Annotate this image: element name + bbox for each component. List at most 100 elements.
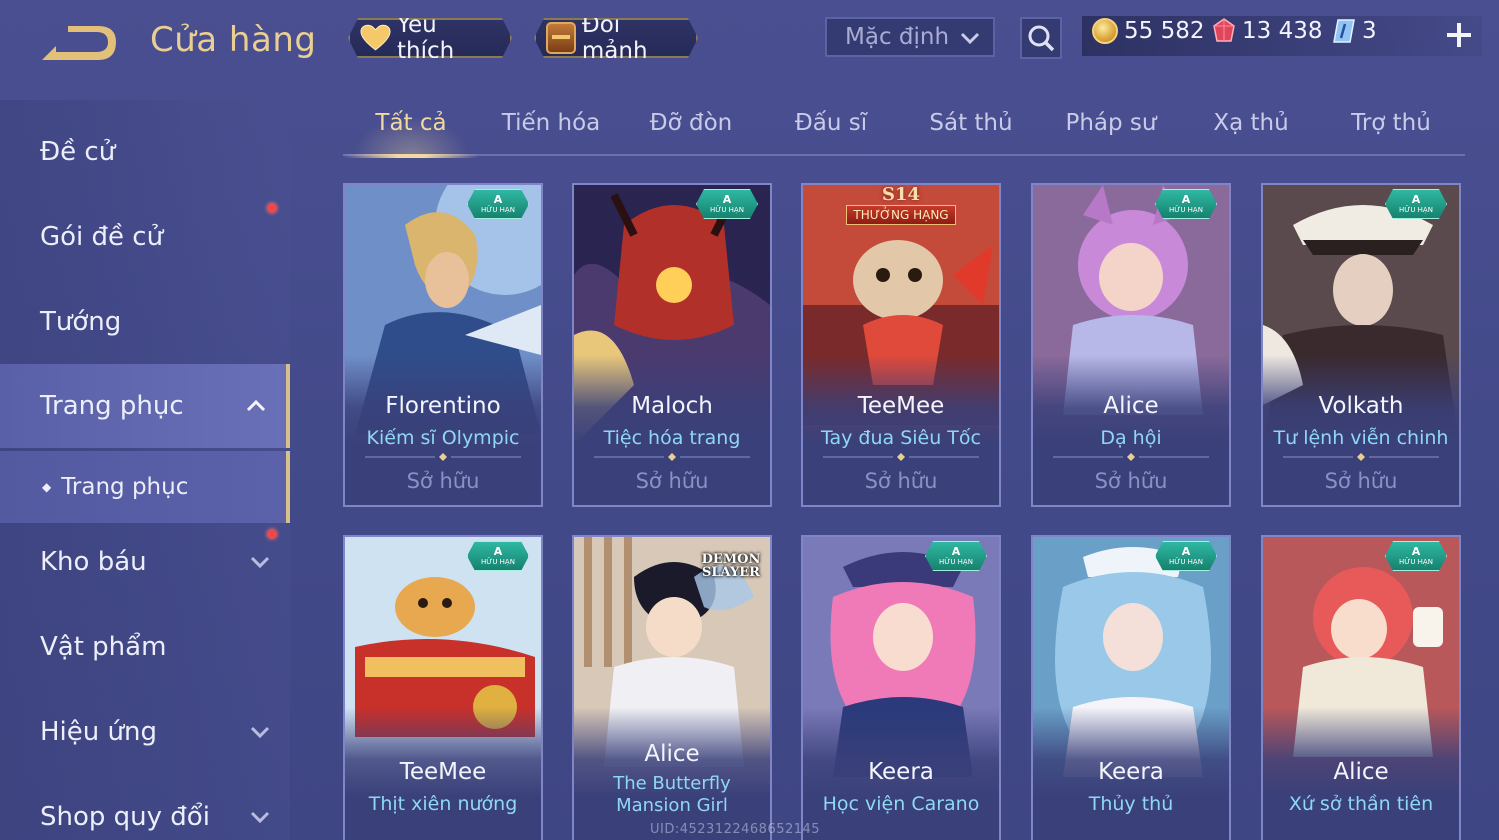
skin-card[interactable]: A HỮU HẠN Keera Thủy thủ	[1031, 535, 1231, 840]
notification-dot	[267, 203, 277, 213]
hero-name: Alice	[1333, 759, 1389, 785]
hero-name: Florentino	[385, 393, 501, 419]
sidebar: Đề cử Gói đề cử Tướng Trang phục ◆ Trang…	[0, 100, 290, 840]
badge-tier: A	[1411, 545, 1421, 558]
skin-name: Tay đua Siêu Tốc	[821, 427, 981, 449]
voucher-amount: 3	[1362, 18, 1377, 44]
tab-label: Sát thủ	[929, 110, 1013, 136]
gold-coin-icon	[1092, 18, 1118, 44]
skin-card[interactable]: A HỮU HẠN Alice Xứ sở thần tiên	[1261, 535, 1461, 840]
sidebar-item-label: Hiệu ứng	[40, 717, 157, 747]
badge-limited: HỮU HẠN	[1399, 206, 1433, 214]
heart-icon	[360, 23, 391, 53]
skin-card[interactable]: A HỮU HẠN Maloch Tiệc hóa trang Sở hữu	[572, 183, 772, 507]
badge-limited: HỮU HẠN	[481, 206, 515, 214]
sidebar-subitem-label: Trang phục	[61, 474, 189, 500]
skin-card[interactable]: DEMON SLAYER Alice The Butterfly Mansion…	[572, 535, 772, 840]
skin-name: Tư lệnh viễn chinh	[1273, 427, 1449, 449]
badge-limited: HỮU HẠN	[1169, 206, 1203, 214]
chevron-down-icon	[960, 32, 980, 45]
badge-limited: HỮU HẠN	[1399, 558, 1433, 566]
skin-name: Xứ sở thần tiên	[1288, 793, 1434, 815]
sidebar-item-items[interactable]: Vật phẩm	[0, 605, 290, 689]
tab-tank[interactable]: Đỡ đòn	[623, 110, 759, 156]
rank-reward-badge: S14 THƯỞNG HẠNG	[846, 184, 956, 227]
tab-assassin[interactable]: Sát thủ	[903, 110, 1039, 156]
sort-dropdown[interactable]: Mặc định	[825, 17, 995, 57]
badge-tier: A	[951, 545, 961, 558]
skin-card[interactable]: A HỮU HẠN Keera Học viện Carano	[801, 535, 1001, 840]
skin-card[interactable]: A HỮU HẠN Volkath Tư lệnh viễn chinh Sở h…	[1261, 183, 1461, 507]
limited-badge: A HỮU HẠN	[1155, 189, 1217, 219]
chevron-down-icon	[250, 556, 270, 569]
plus-icon[interactable]	[1444, 20, 1474, 50]
exchange-fragments-button[interactable]: Đổi mảnh	[534, 18, 698, 58]
tab-label: Tất cả	[375, 110, 447, 136]
divider	[1053, 453, 1209, 461]
sidebar-item-treasure[interactable]: Kho báu	[0, 520, 290, 604]
sidebar-subitem-skins[interactable]: ◆ Trang phục	[0, 451, 290, 523]
exchange-label: Đổi mảnh	[581, 12, 648, 64]
badge-tier: A	[493, 545, 503, 558]
limited-badge: A HỮU HẠN	[1155, 541, 1217, 571]
badge-limited: HỮU HẠN	[1169, 558, 1203, 566]
favorites-button[interactable]: Yêu thích	[348, 18, 512, 58]
skin-card[interactable]: A HỮU HẠN Alice Dạ hội Sở hữu	[1031, 183, 1231, 507]
top-bar: Cửa hàng Yêu thích Đổi mảnh Mặc định 55 …	[0, 0, 1499, 80]
divider	[823, 453, 979, 461]
badge-limited: HỮU HẠN	[481, 558, 515, 566]
tab-support[interactable]: Trợ thủ	[1323, 110, 1459, 156]
sidebar-item-heroes[interactable]: Tướng	[0, 280, 290, 364]
gold-amount: 55 582	[1124, 18, 1205, 44]
sidebar-item-featured-packs[interactable]: Gói đề cử	[0, 195, 290, 279]
tab-label: Trợ thủ	[1351, 110, 1431, 136]
skin-card[interactable]: A HỮU HẠN TeeMee Thịt xiên nướng	[343, 535, 543, 840]
tab-all[interactable]: Tất cả	[343, 110, 479, 158]
skin-card[interactable]: S14 THƯỞNG HẠNG TeeMee Tay đua Siêu Tốc …	[801, 183, 1001, 507]
tab-marksman[interactable]: Xạ thủ	[1183, 110, 1319, 156]
notification-dot	[267, 529, 277, 539]
hero-name: Maloch	[631, 393, 713, 419]
tab-label: Xạ thủ	[1213, 110, 1289, 136]
sidebar-item-label: Kho báu	[40, 547, 147, 577]
sidebar-item-effects[interactable]: Hiệu ứng	[0, 690, 290, 774]
back-arrow-icon[interactable]	[38, 22, 118, 66]
sidebar-item-skins[interactable]: Trang phục	[0, 364, 290, 448]
skin-card[interactable]: A HỮU HẠN Florentino Kiếm sĩ Olympic Sở h…	[343, 183, 543, 507]
tab-label: Tiến hóa	[501, 110, 601, 136]
search-button[interactable]	[1020, 17, 1062, 59]
currency-bar: 55 582 13 438 3	[1082, 16, 1482, 56]
hero-name: Keera	[1098, 759, 1164, 785]
skin-name: Thủy thủ	[1088, 793, 1174, 815]
hero-name: TeeMee	[399, 759, 487, 785]
limited-badge: A HỮU HẠN	[1385, 541, 1447, 571]
hero-name: Alice	[644, 741, 700, 767]
tab-mage[interactable]: Pháp sư	[1043, 110, 1179, 156]
divider	[1283, 453, 1439, 461]
owned-status: Sở hữu	[406, 469, 480, 493]
sidebar-item-exchange-shop[interactable]: Shop quy đổi	[0, 775, 290, 840]
season-label: S14	[881, 184, 921, 205]
sidebar-item-label: Trang phục	[40, 391, 184, 421]
tab-fighter[interactable]: Đấu sĩ	[763, 110, 899, 156]
voucher-icon	[1333, 19, 1355, 43]
badge-tier: A	[722, 193, 732, 206]
user-id-watermark: UID:4523122468652145	[650, 822, 821, 837]
skin-name: Dạ hội	[1100, 427, 1162, 449]
ruby-balance: 13 438	[1212, 18, 1322, 44]
tab-label: Đỡ đòn	[649, 110, 733, 136]
chest-icon	[546, 22, 576, 54]
voucher-balance: 3	[1332, 18, 1377, 44]
favorites-label: Yêu thích	[396, 12, 455, 64]
sidebar-item-label: Gói đề cử	[40, 222, 164, 252]
badge-tier: A	[493, 193, 503, 206]
sidebar-item-featured[interactable]: Đề cử	[0, 110, 290, 194]
sidebar-item-label: Vật phẩm	[40, 632, 167, 662]
gold-balance: 55 582	[1092, 18, 1204, 44]
limited-badge: A HỮU HẠN	[467, 541, 529, 571]
divider	[594, 453, 750, 461]
tab-evolution[interactable]: Tiến hóa	[483, 110, 619, 156]
badge-tier: A	[1181, 545, 1191, 558]
owned-status: Sở hữu	[635, 469, 709, 493]
sidebar-item-label: Shop quy đổi	[40, 802, 210, 832]
